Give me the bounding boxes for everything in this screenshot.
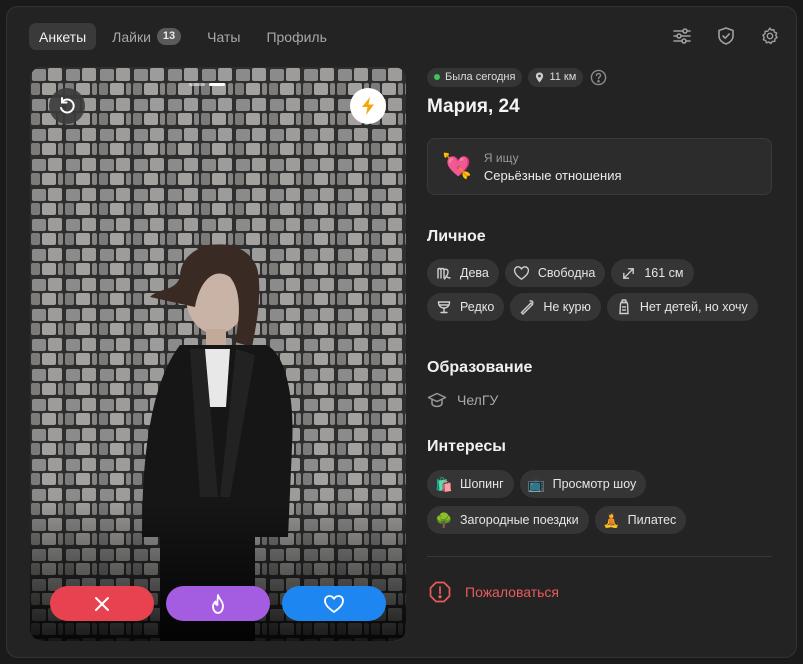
online-status-badge: Была сегодня bbox=[427, 67, 523, 87]
undo-button[interactable] bbox=[49, 88, 85, 124]
photo-indicator[interactable] bbox=[189, 83, 205, 86]
photo-image bbox=[30, 67, 406, 641]
chip-height: 161 см bbox=[611, 259, 694, 287]
looking-for-value: Серьёзные отношения bbox=[483, 167, 622, 183]
chip-label: Просмотр шоу bbox=[552, 477, 637, 491]
filters-icon[interactable] bbox=[670, 24, 694, 48]
toolbar-icons bbox=[670, 24, 782, 48]
chip-label: Шопинг bbox=[460, 477, 504, 491]
online-status-text: Была сегодня bbox=[445, 71, 516, 83]
chip-relationship: Свободна bbox=[504, 259, 606, 287]
chip-label: Нет детей, но хочу bbox=[639, 300, 748, 314]
lightning-icon bbox=[362, 97, 374, 115]
report-button[interactable]: Пожаловаться bbox=[429, 581, 772, 603]
like-button[interactable] bbox=[282, 586, 386, 621]
interests-chips: 🛍️ Шопинг 📺 Просмотр шоу 🌳 Загородные по… bbox=[427, 470, 767, 534]
online-dot bbox=[434, 74, 440, 80]
shield-icon[interactable] bbox=[714, 24, 738, 48]
personal-chips: Дева Свободна 161 см Редко Не курю Нет д… bbox=[427, 259, 772, 321]
interests-section-title: Интересы bbox=[427, 438, 506, 455]
cupid-heart-icon: 💘 bbox=[442, 152, 472, 180]
photo-indicators bbox=[189, 83, 225, 86]
graduation-cap-icon bbox=[427, 392, 447, 408]
location-pin-icon bbox=[536, 72, 544, 82]
chip-zodiac: Дева bbox=[427, 259, 499, 287]
tab-label: Лайки bbox=[112, 28, 151, 45]
undo-icon bbox=[60, 97, 75, 114]
education-value: ЧелГУ bbox=[457, 392, 499, 408]
heart-icon bbox=[324, 594, 344, 613]
swipe-actions bbox=[50, 586, 386, 621]
likes-count-badge: 13 bbox=[156, 28, 182, 45]
flame-icon bbox=[212, 593, 224, 614]
alert-icon bbox=[429, 581, 451, 603]
glass-icon bbox=[435, 298, 453, 316]
chip-interest: 📺 Просмотр шоу bbox=[519, 470, 647, 498]
chip-drinking: Редко bbox=[427, 293, 505, 321]
report-label: Пожаловаться bbox=[465, 584, 560, 600]
app-window: Анкеты Лайки 13 Чаты Профиль Была сегодн… bbox=[6, 6, 797, 658]
chip-label: 161 см bbox=[644, 266, 684, 280]
chip-label: Не курю bbox=[543, 300, 591, 314]
tab-likes[interactable]: Лайки 13 bbox=[102, 23, 191, 50]
dislike-button[interactable] bbox=[50, 586, 154, 621]
tab-profiles[interactable]: Анкеты bbox=[29, 23, 97, 50]
distance-badge: 11 км bbox=[528, 67, 584, 87]
tab-label: Чаты bbox=[207, 28, 241, 45]
education-item: ЧелГУ bbox=[427, 392, 772, 408]
superlike-button[interactable] bbox=[166, 586, 270, 621]
status-row: Была сегодня 11 км bbox=[427, 67, 772, 87]
chip-label: Пилатес bbox=[627, 513, 677, 527]
main-tabs: Анкеты Лайки 13 Чаты Профиль bbox=[29, 23, 337, 50]
heart-outline-icon bbox=[513, 264, 531, 282]
no-smoking-icon bbox=[518, 298, 536, 316]
education-section-title: Образование bbox=[427, 359, 533, 376]
virgo-icon bbox=[435, 264, 453, 282]
chip-interest: 🧘 Пилатес bbox=[594, 506, 687, 534]
profile-name: Мария, 24 bbox=[427, 96, 520, 117]
chip-smoking: Не курю bbox=[510, 293, 601, 321]
tab-label: Анкеты bbox=[39, 28, 87, 45]
photo-indicator[interactable] bbox=[209, 83, 225, 86]
settings-icon[interactable] bbox=[758, 24, 782, 48]
chip-label: Редко bbox=[460, 300, 495, 314]
looking-for-label: Я ищу bbox=[483, 150, 519, 165]
close-icon bbox=[95, 596, 109, 611]
divider bbox=[427, 556, 772, 557]
height-icon bbox=[619, 264, 637, 282]
chip-interest: 🛍️ Шопинг bbox=[427, 470, 514, 498]
boost-button[interactable] bbox=[350, 88, 386, 124]
tab-profile[interactable]: Профиль bbox=[256, 23, 336, 50]
distance-text: 11 км bbox=[549, 71, 577, 83]
chip-children: Нет детей, но хочу bbox=[606, 293, 758, 321]
personal-section-title: Личное bbox=[427, 228, 486, 245]
chip-interest: 🌳 Загородные поездки bbox=[427, 506, 589, 534]
profile-photo[interactable] bbox=[30, 67, 406, 641]
chip-label: Дева bbox=[460, 266, 489, 280]
tab-label: Профиль bbox=[266, 28, 327, 45]
bottle-icon bbox=[615, 298, 633, 316]
chip-label: Загородные поездки bbox=[460, 513, 579, 527]
tree-icon: 🌳 bbox=[435, 511, 453, 528]
tv-icon: 📺 bbox=[527, 475, 546, 492]
profile-info: Была сегодня 11 км Мария, 24 💘 Я ищу Сер… bbox=[427, 67, 772, 603]
tab-chats[interactable]: Чаты bbox=[197, 23, 250, 50]
looking-for-card: 💘 Я ищу Серьёзные отношения bbox=[427, 138, 772, 195]
chip-label: Свободна bbox=[537, 266, 596, 280]
shopping-bag-icon: 🛍️ bbox=[435, 475, 453, 492]
help-icon[interactable] bbox=[589, 68, 607, 86]
yoga-icon: 🧘 bbox=[602, 511, 621, 528]
